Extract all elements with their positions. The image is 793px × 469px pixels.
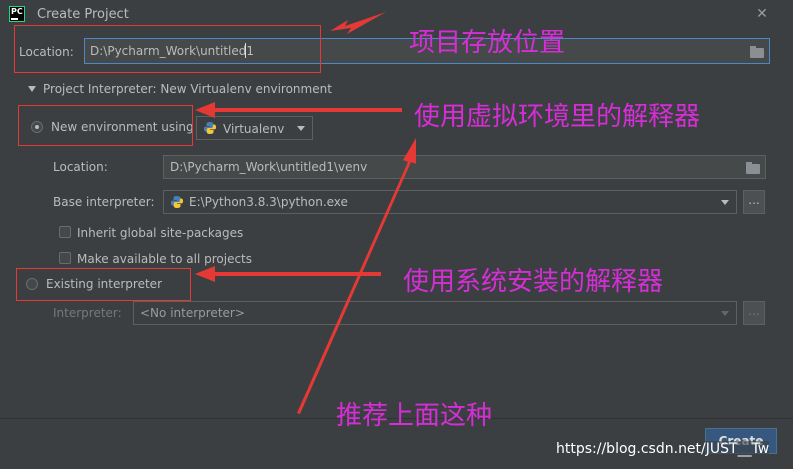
arrow-location [330, 12, 386, 34]
annotation-location: 项目存放位置 [409, 28, 566, 58]
arrow-existing-interpreter [195, 266, 381, 282]
annotation-venv: 使用虚拟环境里的解释器 [414, 102, 701, 132]
arrow-new-environment [195, 102, 402, 118]
watermark: https://blog.csdn.net/JUST__Tw [556, 441, 770, 457]
annotation-recommend: 推荐上面这种 [336, 401, 493, 431]
annotation-system: 使用系统安装的解释器 [403, 267, 664, 297]
